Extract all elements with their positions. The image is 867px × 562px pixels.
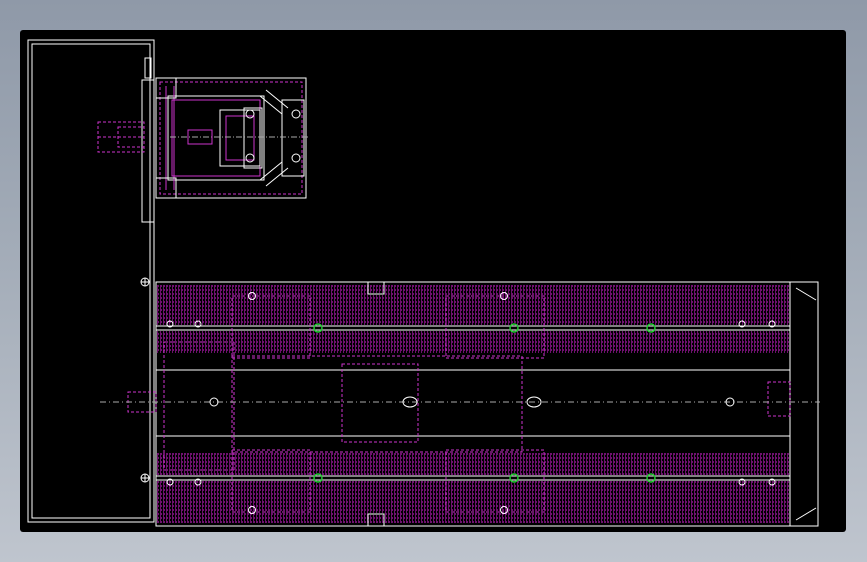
cad-drawing: [27, 39, 820, 527]
plate-screws: [140, 277, 150, 483]
linear-module: [155, 281, 819, 527]
end-plate: [27, 39, 155, 523]
motor-shaft: [97, 121, 145, 153]
cad-viewport[interactable]: [20, 30, 846, 532]
module-screws: [166, 281, 776, 527]
motor-mount: [155, 77, 310, 199]
rail-lines: [156, 325, 790, 481]
